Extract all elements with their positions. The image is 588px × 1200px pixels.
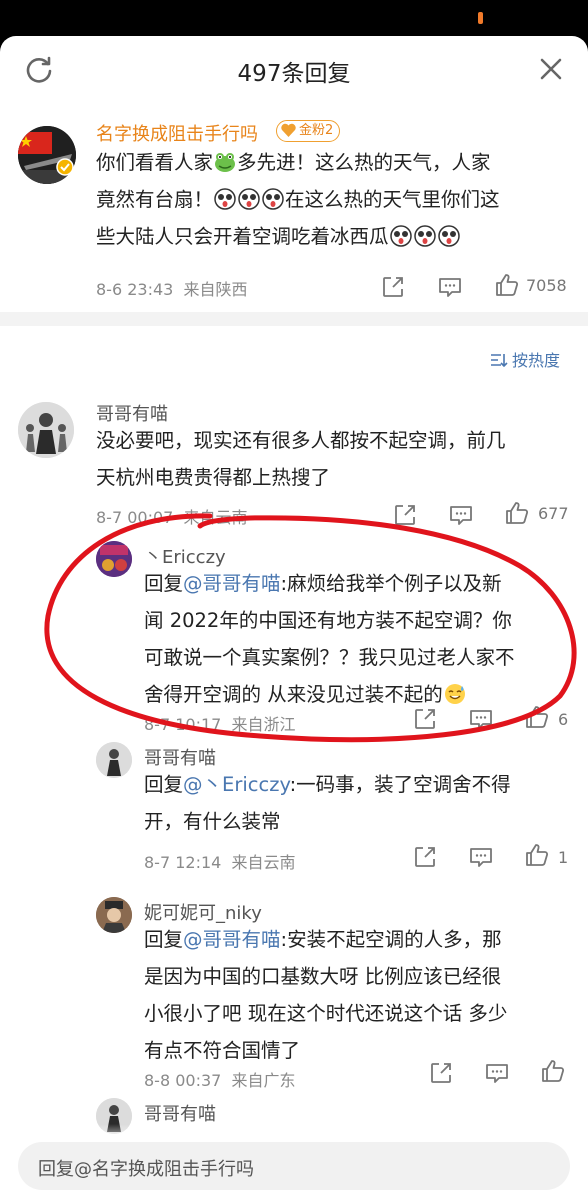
comment-text-part: 舍得开空调的 从来没见过装不起的 [144, 683, 443, 706]
comment-author[interactable]: 哥哥有喵 [144, 1100, 216, 1126]
reply-prefix: 回复 [144, 572, 184, 595]
sort-icon [491, 354, 508, 368]
mention-link[interactable]: @丶Ericczy [183, 773, 290, 796]
comment-text-part: :安装不起空调的人多，那 [280, 928, 502, 951]
share-icon[interactable] [392, 502, 418, 528]
comment-text-part: :麻烦给我举个例子以及新 [280, 572, 502, 595]
heart-icon [281, 123, 296, 137]
comment-location: 来自云南 [183, 508, 248, 527]
like-count: 7058 [526, 276, 567, 295]
post-line: 些大陆人只会开着空调吃着冰西瓜 [96, 218, 566, 255]
share-icon[interactable] [428, 1060, 454, 1086]
comment-location: 来自浙江 [231, 715, 296, 734]
comment-time: 8-7 00:07 [96, 508, 174, 527]
shocked-emoji-icon [389, 225, 412, 247]
sort-button[interactable]: 按热度 [490, 347, 560, 371]
comment-icon[interactable] [437, 274, 463, 300]
shocked-emoji-icon [413, 225, 436, 247]
comment-line: 闻 2022年的中国还有地方装不起空调？你 [144, 609, 512, 632]
frog-emoji-icon [215, 153, 236, 172]
comment-line: 舍得开空调的 从来没见过装不起的 [144, 676, 584, 713]
reply-placeholder: 回复@名字换成阻击手行吗 [38, 1159, 254, 1180]
section-divider [0, 312, 588, 326]
comment-line: 天杭州电费贵得都上热搜了 [96, 466, 331, 489]
comment-line: 没必要吧，现实还有很多人都按不起空调，前几 [96, 429, 506, 452]
fan-badge-label: 金粉2 [299, 123, 334, 138]
comment-line: 开，有什么装常 [144, 810, 281, 833]
shocked-emoji-icon [437, 225, 460, 247]
sheet-header: 497条回复 [0, 36, 588, 102]
comment-text: 没必要吧，现实还有很多人都按不起空调，前几 天杭州电费贵得都上热搜了 [96, 422, 576, 496]
like-count: 6 [558, 710, 569, 729]
avatar[interactable] [96, 742, 132, 778]
comment-line: 小很小了吧 现在这个时代还说这个话 多少 [144, 1002, 508, 1025]
comment-text-part: :一码事，装了空调舍不得 [289, 773, 511, 796]
comment-time: 8-7 10:17 [144, 715, 222, 734]
share-icon[interactable] [412, 706, 438, 732]
post-location: 来自陕西 [183, 280, 248, 299]
like-icon[interactable] [504, 500, 530, 526]
comment-icon[interactable] [484, 1060, 510, 1086]
reply-prefix: 回复 [144, 928, 184, 951]
post-text: 你们看看人家 多先进！这么热的天气，人家 竟然有台扇！ 在这么热的天气里你们这 些大… [96, 144, 566, 255]
mention-link[interactable]: @哥哥有喵 [183, 572, 281, 595]
comment-time: 8-8 00:37 [144, 1071, 222, 1090]
comment-text: 回复@丶Ericczy:一码事，装了空调舍不得 开，有什么装常 [144, 766, 584, 840]
sort-label: 按热度 [512, 351, 561, 370]
comment-line: 可敢说一个真实案例？？我只见过老人家不 [144, 646, 515, 669]
status-bar [0, 0, 588, 36]
comment-time: 8-7 12:14 [144, 853, 222, 872]
share-icon[interactable] [412, 844, 438, 870]
mention-link[interactable]: @哥哥有喵 [183, 928, 281, 951]
post-line: 你们看看人家 多先进！这么热的天气，人家 [96, 144, 566, 181]
post-text-part: 在这么热的天气里你们这 [285, 188, 500, 211]
comment-location: 来自云南 [231, 853, 296, 872]
reply-prefix: 回复 [144, 773, 184, 796]
like-icon[interactable] [524, 842, 550, 868]
comment-text: 回复@哥哥有喵:麻烦给我举个例子以及新 闻 2022年的中国还有地方装不起空调？… [144, 565, 584, 713]
post-text-part: 些大陆人只会开着空调吃着冰西瓜 [96, 225, 389, 248]
post-meta: 8-6 23:43 来自陕西 [96, 276, 248, 300]
comment-meta: 8-7 12:14 来自云南 [144, 849, 296, 873]
fan-badge: 金粉2 [276, 120, 341, 142]
post-time: 8-6 23:43 [96, 280, 174, 299]
reply-sheet: 497条回复 名字换成阻击手行吗 金粉2 你们看看人家 多先进！这么热的天气，人家… [0, 36, 588, 1200]
sweat-smile-emoji-icon [444, 684, 465, 704]
post-author[interactable]: 名字换成阻击手行吗 [96, 120, 258, 146]
comment-location: 来自广东 [231, 1071, 296, 1090]
comment-meta: 8-7 00:07 来自云南 [96, 504, 248, 528]
shocked-emoji-icon [214, 188, 236, 210]
shocked-emoji-icon [262, 188, 284, 210]
comment-line: 回复@丶Ericczy:一码事，装了空调舍不得 [144, 766, 584, 803]
comment-icon[interactable] [468, 706, 494, 732]
post-text-part: 多先进！这么热的天气，人家 [237, 151, 491, 174]
share-icon[interactable] [380, 274, 406, 300]
comment-line: 回复@哥哥有喵:安装不起空调的人多，那 [144, 921, 584, 958]
like-count: 1 [558, 848, 569, 867]
post-line: 竟然有台扇！ 在这么热的天气里你们这 [96, 181, 566, 218]
like-icon[interactable] [540, 1058, 566, 1084]
comment-icon[interactable] [448, 502, 474, 528]
post-text-part: 竟然有台扇！ [96, 188, 214, 211]
comment-line: 回复@哥哥有喵:麻烦给我举个例子以及新 [144, 565, 584, 602]
avatar[interactable] [96, 541, 132, 577]
like-icon[interactable] [494, 272, 520, 298]
comment-meta: 8-7 10:17 来自浙江 [144, 711, 296, 735]
like-count: 677 [538, 504, 569, 523]
close-icon[interactable] [536, 54, 566, 84]
post-text-part: 你们看看人家 [96, 151, 214, 174]
comment-line: 有点不符合国情了 [144, 1039, 301, 1062]
indicator-dot [478, 12, 483, 24]
comment-meta: 8-8 00:37 来自广东 [144, 1067, 296, 1091]
reply-input[interactable]: 回复@名字换成阻击手行吗 [18, 1142, 570, 1190]
avatar[interactable] [18, 402, 74, 458]
verified-badge-icon [56, 158, 74, 176]
avatar[interactable] [96, 897, 132, 933]
page-title: 497条回复 [237, 61, 351, 87]
shocked-emoji-icon [238, 188, 260, 210]
comment-icon[interactable] [468, 844, 494, 870]
comment-line: 是因为中国的口基数大呀 比例应该已经很 [144, 965, 502, 988]
comment-text: 回复@哥哥有喵:安装不起空调的人多，那 是因为中国的口基数大呀 比例应该已经很 … [144, 921, 584, 1069]
like-icon[interactable] [524, 704, 550, 730]
